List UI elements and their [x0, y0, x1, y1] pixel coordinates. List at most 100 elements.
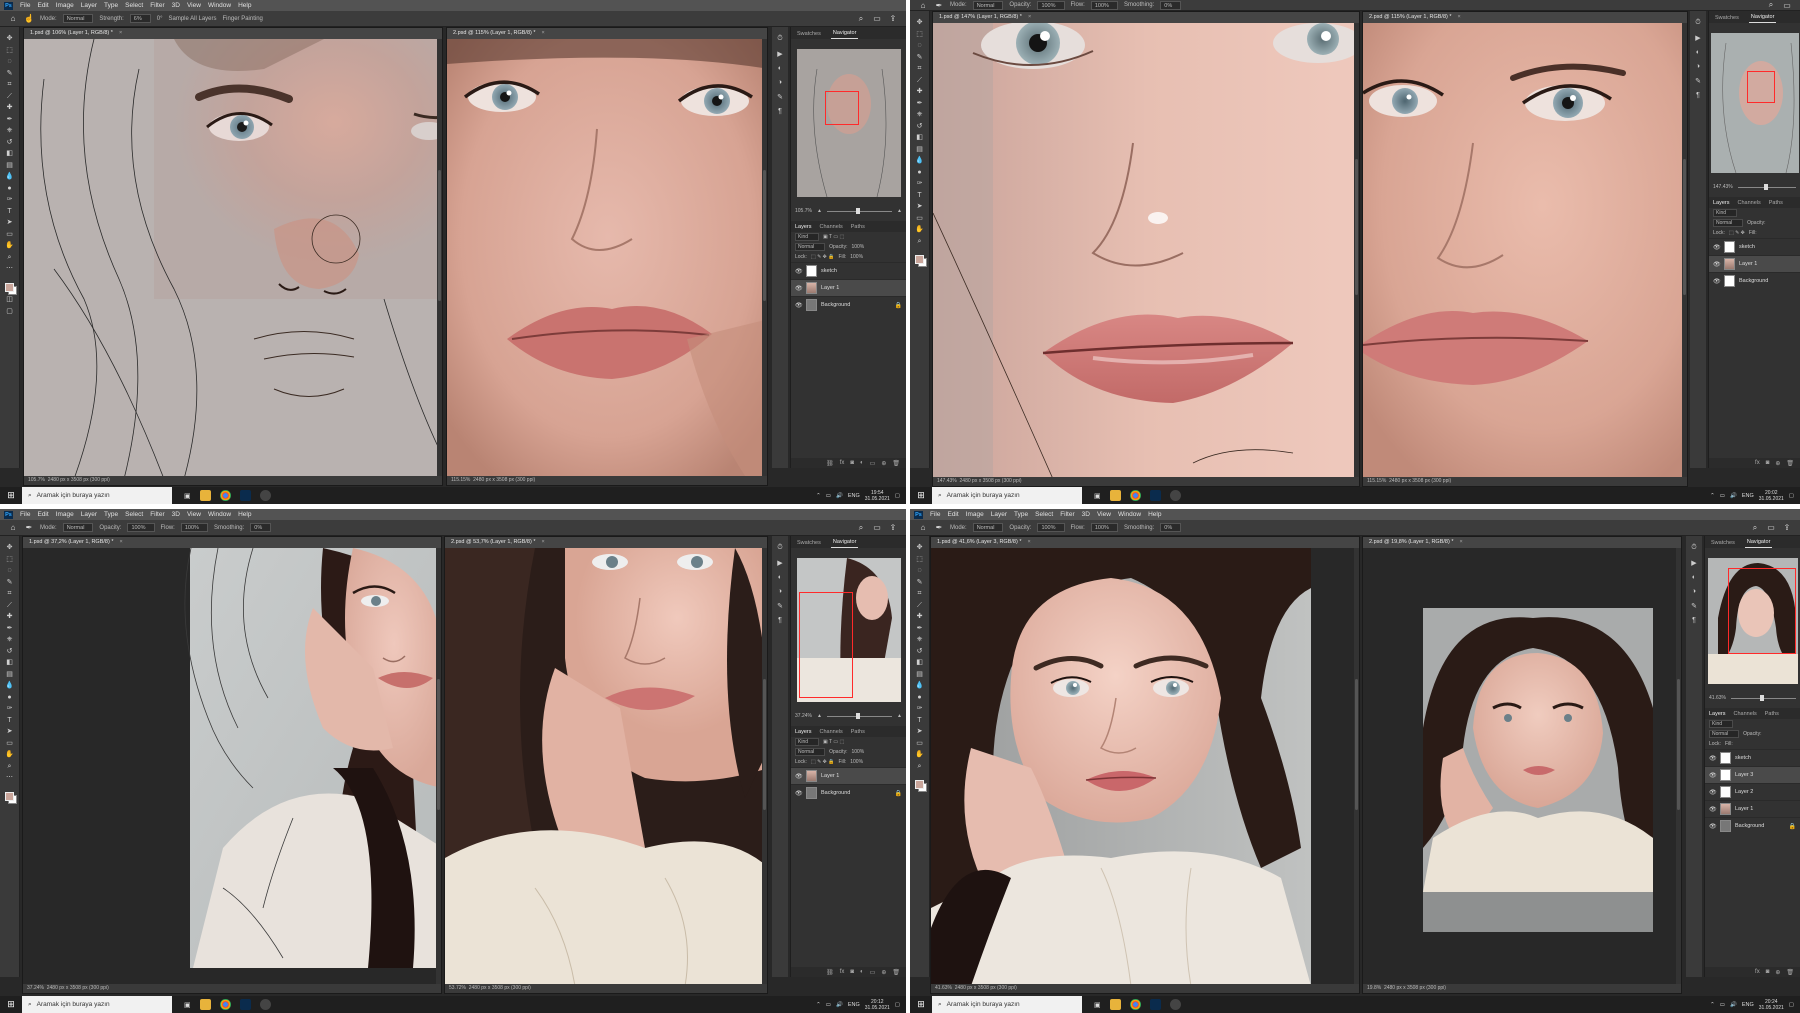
- dodge-tool-icon[interactable]: ●: [5, 694, 15, 702]
- vertical-scrollbar[interactable]: [1682, 23, 1687, 477]
- brush-tool-icon[interactable]: ✒: [915, 625, 925, 633]
- new-layer-icon[interactable]: ⊕: [881, 969, 886, 976]
- menu-help[interactable]: Help: [238, 511, 251, 518]
- visibility-eye-icon[interactable]: 👁: [1709, 806, 1717, 813]
- shape-tool-icon[interactable]: ▭: [915, 740, 925, 748]
- brush-tool-icon[interactable]: ✒: [915, 100, 925, 108]
- history-brush-icon[interactable]: ↺: [915, 123, 925, 131]
- menu-view[interactable]: View: [1097, 511, 1111, 518]
- tab-swatches[interactable]: Swatches: [1713, 15, 1741, 23]
- new-layer-icon[interactable]: ⊕: [881, 460, 886, 467]
- canvas[interactable]: [24, 39, 442, 476]
- adjustments-icon[interactable]: ◑: [1696, 63, 1700, 70]
- blur-tool-icon[interactable]: 💧: [5, 173, 15, 181]
- lasso-tool-icon[interactable]: ◌: [5, 58, 15, 66]
- volume-icon[interactable]: 🔊: [836, 1002, 843, 1008]
- menu-3d[interactable]: 3D: [172, 2, 180, 9]
- canvas[interactable]: [931, 548, 1359, 984]
- zoom-level[interactable]: 19.8%: [1367, 985, 1381, 991]
- windows-start-icon[interactable]: ⊞: [0, 999, 22, 1010]
- zoom-tool-icon[interactable]: ⌕: [915, 763, 925, 771]
- brush-tool-icon[interactable]: ✒: [934, 523, 944, 533]
- file-explorer-icon[interactable]: [199, 999, 211, 1010]
- filter-icons[interactable]: ▣ T ▭ ⬚: [823, 739, 844, 745]
- tab-swatches[interactable]: Swatches: [795, 540, 823, 548]
- quick-select-icon[interactable]: ✎: [915, 54, 925, 62]
- zoom-slider[interactable]: [1730, 694, 1796, 701]
- tab-layers[interactable]: Layers: [1709, 711, 1726, 717]
- tray-chevron-icon[interactable]: ⌃: [816, 493, 821, 499]
- healing-brush-icon[interactable]: ✚: [5, 104, 15, 112]
- document-tab[interactable]: 1.psd @ 106% (Layer 1, RGB/8) * ×: [24, 28, 442, 39]
- tray-chevron-icon[interactable]: ⌃: [1710, 493, 1715, 499]
- history-brush-icon[interactable]: ↺: [5, 139, 15, 147]
- document-tab[interactable]: 2.psd @ 19,8% (Layer 1, RGB/8) * ×: [1363, 537, 1681, 548]
- eraser-icon[interactable]: ◧: [915, 659, 925, 667]
- delete-icon[interactable]: 🗑: [1786, 460, 1794, 467]
- document-tab[interactable]: 1.psd @ 147% (Layer 1, RGB/8) * ×: [933, 12, 1359, 23]
- task-view-icon[interactable]: ▣: [1094, 1001, 1101, 1009]
- move-tool-icon[interactable]: ✥: [5, 544, 15, 552]
- workspace-icon[interactable]: ▭: [1782, 0, 1792, 10]
- language-indicator[interactable]: ENG: [1742, 493, 1754, 499]
- pen-tool-icon[interactable]: ✑: [5, 705, 15, 713]
- fill-input[interactable]: 100%: [850, 254, 863, 260]
- menu-view[interactable]: View: [187, 2, 201, 9]
- zoom-in-icon[interactable]: ▲: [897, 208, 902, 214]
- history-icon[interactable]: ⏱: [777, 544, 782, 552]
- menu-image[interactable]: Image: [966, 511, 984, 518]
- close-icon[interactable]: ×: [1028, 14, 1031, 20]
- taskbar-search[interactable]: ⌕ Aramak için buraya yazın: [22, 487, 172, 504]
- volume-icon[interactable]: 🔊: [836, 493, 843, 499]
- close-icon[interactable]: ×: [119, 539, 122, 545]
- path-select-icon[interactable]: ➤: [915, 728, 925, 736]
- menu-window[interactable]: Window: [208, 511, 231, 518]
- brushes-icon[interactable]: ✎: [1691, 602, 1697, 610]
- move-tool-icon[interactable]: ✥: [5, 35, 15, 43]
- blend-mode-select[interactable]: Normal: [795, 243, 826, 251]
- filter-icons[interactable]: ▣ T ▭ ⬚: [823, 234, 844, 240]
- brush-tool-icon[interactable]: ✒: [5, 116, 15, 124]
- move-tool-icon[interactable]: ✥: [915, 19, 925, 27]
- healing-brush-icon[interactable]: ✚: [5, 613, 15, 621]
- actions-icon[interactable]: ▶: [777, 50, 782, 58]
- vertical-scrollbar[interactable]: [1354, 548, 1359, 984]
- visibility-eye-icon[interactable]: 👁: [795, 302, 803, 309]
- volume-icon[interactable]: 🔊: [1730, 493, 1737, 499]
- visibility-eye-icon[interactable]: 👁: [1713, 278, 1721, 285]
- close-icon[interactable]: ×: [542, 30, 545, 36]
- tab-paths[interactable]: Paths: [851, 729, 865, 735]
- tab-layers[interactable]: Layers: [795, 729, 812, 735]
- hand-tool-icon[interactable]: ✋: [5, 751, 15, 759]
- search-icon[interactable]: ⌕: [1750, 523, 1760, 533]
- tab-channels[interactable]: Channels: [820, 729, 843, 735]
- adjustment-layer-icon[interactable]: ◐: [860, 460, 864, 466]
- windows-start-icon[interactable]: ⊞: [0, 490, 22, 501]
- visibility-eye-icon[interactable]: 👁: [795, 773, 803, 780]
- home-icon[interactable]: ⌂: [918, 523, 928, 533]
- zoom-slider[interactable]: [826, 207, 893, 214]
- gradient-tool-icon[interactable]: ▤: [915, 146, 925, 154]
- path-select-icon[interactable]: ➤: [5, 219, 15, 227]
- lock-icons[interactable]: ⬚ ✎ ✥ 🔒: [811, 759, 835, 765]
- type-tool-icon[interactable]: T: [5, 717, 15, 725]
- document-tab[interactable]: 2.psd @ 115% (Layer 1, RGB/8) * ×: [447, 28, 767, 39]
- strength-input[interactable]: 6%: [129, 14, 151, 23]
- zoom-level[interactable]: 147.43%: [937, 478, 957, 484]
- eyedropper-icon[interactable]: ⟋: [915, 602, 925, 610]
- menu-3d[interactable]: 3D: [172, 511, 180, 518]
- zoom-slider[interactable]: [826, 712, 893, 719]
- mask-icon[interactable]: ◙: [850, 460, 854, 466]
- zoom-tool-icon[interactable]: ⌕: [5, 254, 15, 262]
- kind-filter-select[interactable]: Kind: [1713, 209, 1738, 217]
- opacity-input[interactable]: 100%: [851, 749, 864, 755]
- brushes-icon[interactable]: ✎: [777, 93, 783, 101]
- opacity-input[interactable]: 100%: [1037, 523, 1065, 532]
- blend-mode-select[interactable]: Normal: [1713, 219, 1744, 227]
- flow-input[interactable]: 100%: [1090, 523, 1118, 532]
- actions-icon[interactable]: ▶: [1691, 559, 1696, 567]
- screen-mode-icon[interactable]: ▢: [5, 308, 15, 316]
- mode-select[interactable]: Normal: [62, 523, 94, 532]
- visibility-eye-icon[interactable]: 👁: [795, 790, 803, 797]
- marquee-tool-icon[interactable]: ⬚: [5, 47, 15, 55]
